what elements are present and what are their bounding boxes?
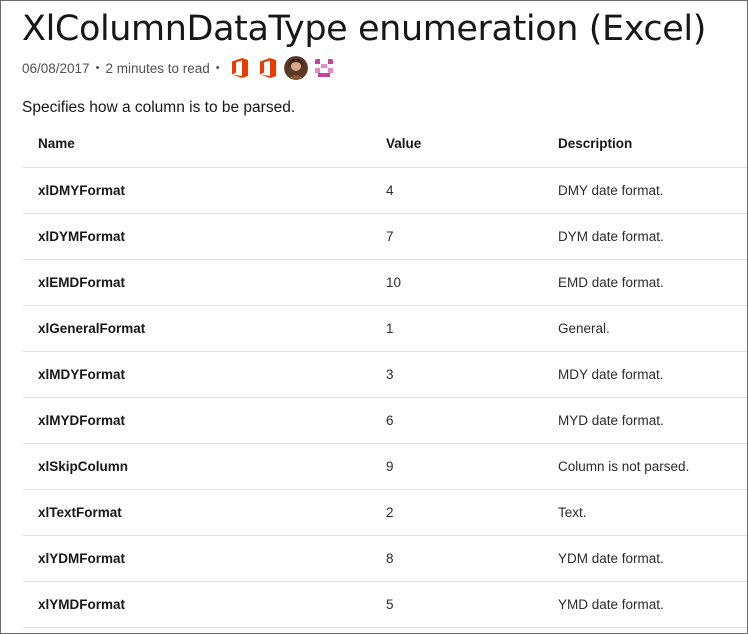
page-frame: XlColumnDataType enumeration (Excel) 06/… [0,0,748,634]
member-description: YDM date format. [543,535,747,582]
table-row: xlYDMFormat 8 YDM date format. [23,535,747,582]
member-value: 10 [371,259,543,306]
table-row: xlMYDFormat 6 MYD date format. [23,397,747,444]
member-description: EMD date format. [543,259,747,306]
member-name: xlTextFormat [23,489,371,536]
contributors-list [228,56,336,80]
office-icon[interactable] [256,56,280,80]
contributor-avatar[interactable] [311,56,336,80]
meta-separator: • [95,62,100,74]
member-name: xlYMDFormat [23,581,371,628]
member-description: MDY date format. [543,351,747,398]
member-description: YMD date format. [543,581,747,628]
enum-description: Specifies how a column is to be parsed. [22,99,296,116]
member-name: xlEMDFormat [23,259,371,306]
member-value: 5 [371,581,543,628]
meta-separator: • [215,62,220,74]
member-value: 4 [371,167,543,214]
member-value: 3 [371,351,543,398]
column-header-name: Name [23,121,371,168]
office-icon[interactable] [228,56,252,80]
table-row: xlDYMFormat 7 DYM date format. [23,213,747,260]
member-description: Column is not parsed. [543,443,747,490]
table-row: xlYMDFormat 5 YMD date format. [23,581,747,628]
column-header-description: Description [543,121,747,168]
table-row: xlEMDFormat 10 EMD date format. [23,259,747,306]
member-name: xlGeneralFormat [23,305,371,352]
page-title: XlColumnDataType enumeration (Excel) [22,9,706,49]
read-time: 2 minutes to read [105,60,210,76]
member-name: xlYDMFormat [23,535,371,582]
member-value: 8 [371,535,543,582]
enum-members-table: Name Value Description xlDMYFormat 4 DMY… [23,121,747,628]
table-row: xlTextFormat 2 Text. [23,489,747,536]
member-description: General. [543,305,747,352]
article-metadata: 06/08/2017 • 2 minutes to read • [22,55,336,81]
member-value: 7 [371,213,543,260]
member-name: xlDMYFormat [23,167,371,214]
table-row: xlGeneralFormat 1 General. [23,305,747,352]
member-value: 2 [371,489,543,536]
member-value: 1 [371,305,543,352]
member-description: Text. [543,489,747,536]
member-description: MYD date format. [543,397,747,444]
member-name: xlMDYFormat [23,351,371,398]
member-description: DMY date format. [543,167,747,214]
table-header-row: Name Value Description [23,121,747,168]
table-row: xlSkipColumn 9 Column is not parsed. [23,443,747,490]
contributor-avatar[interactable] [283,56,308,80]
member-name: xlSkipColumn [23,443,371,490]
member-name: xlMYDFormat [23,397,371,444]
column-header-value: Value [371,121,543,168]
member-description: DYM date format. [543,213,747,260]
publish-date: 06/08/2017 [22,60,90,76]
table-row: xlMDYFormat 3 MDY date format. [23,351,747,398]
member-name: xlDYMFormat [23,213,371,260]
member-value: 9 [371,443,543,490]
member-value: 6 [371,397,543,444]
table-row: xlDMYFormat 4 DMY date format. [23,167,747,214]
